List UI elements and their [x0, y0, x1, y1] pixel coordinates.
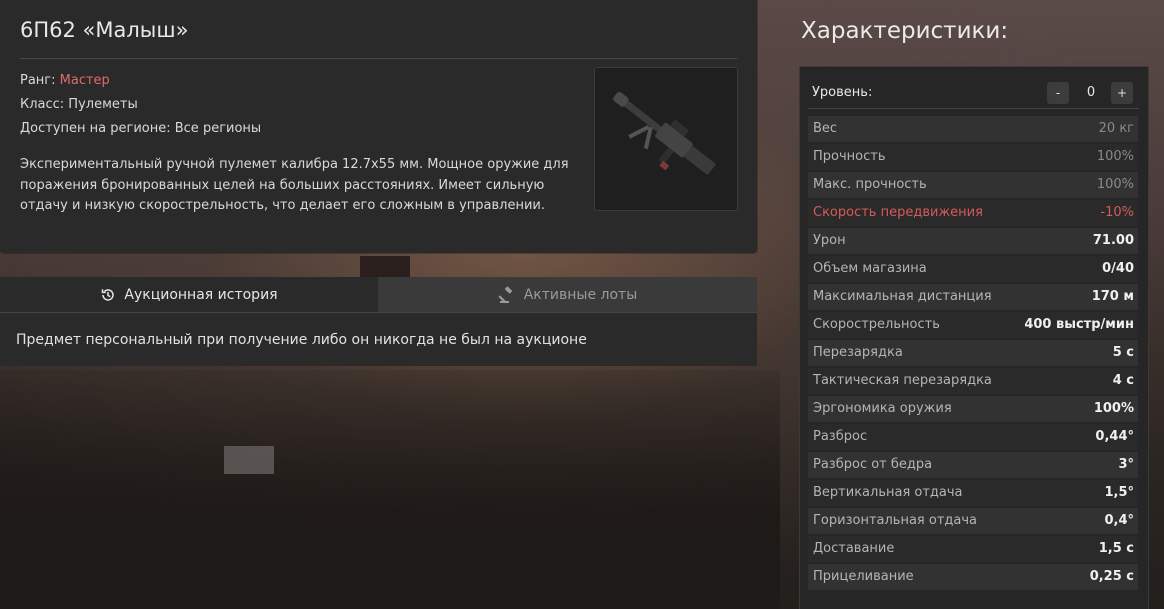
stat-label: Максимальная дистанция	[813, 289, 992, 304]
divider	[801, 58, 1146, 59]
stat-value: 0,25 с	[1089, 569, 1134, 584]
stat-value: 1,5 с	[1098, 541, 1134, 556]
auction-message: Предмет персональный при получение либо …	[16, 332, 587, 348]
background-scenery	[0, 370, 780, 609]
rank-label: Ранг:	[20, 73, 56, 88]
stat-value: 71.00	[1092, 233, 1134, 248]
stat-value: -10%	[1100, 205, 1134, 220]
stats-list: Вес 20 кг Прочность 100% Макс. прочность…	[808, 116, 1138, 592]
stat-row-aim-time: Прицеливание 0,25 с	[808, 564, 1138, 590]
stat-row-tactical-reload: Тактическая перезарядка 4 с	[808, 368, 1138, 394]
stat-value: 0,4°	[1104, 513, 1134, 528]
level-decrease-button[interactable]: -	[1047, 82, 1069, 104]
stat-row-fire-rate: Скорострельность 400 выстр/мин	[808, 312, 1138, 338]
stat-row-reload: Перезарядка 5 с	[808, 340, 1138, 366]
level-increase-button[interactable]: +	[1111, 82, 1133, 104]
stat-row-magazine: Объем магазина 0/40	[808, 256, 1138, 282]
stat-row-spread: Разброс 0,44°	[808, 424, 1138, 450]
gavel-icon	[498, 286, 512, 303]
stat-value: 3°	[1118, 457, 1134, 472]
tab-auction-history[interactable]: Аукционная история	[0, 277, 378, 312]
stat-value: 100%	[1096, 177, 1134, 192]
stat-row-max-distance: Максимальная дистанция 170 м	[808, 284, 1138, 310]
stat-label: Тактическая перезарядка	[813, 373, 992, 388]
item-description: Экспериментальный ручной пулемет калибра…	[20, 157, 569, 213]
stat-row-ergonomics: Эргономика оружия 100%	[808, 396, 1138, 422]
tab-active-lots[interactable]: Активные лоты	[378, 277, 757, 312]
stat-label: Скорость передвижения	[813, 205, 983, 220]
history-icon	[102, 288, 115, 301]
item-rank: Ранг: Мастер	[20, 73, 110, 88]
stat-row-draw-time: Доставание 1,5 с	[808, 536, 1138, 562]
stat-row-weight: Вес 20 кг	[808, 116, 1138, 142]
stat-row-damage: Урон 71.00	[808, 228, 1138, 254]
item-region: Доступен на регионе: Все регионы	[20, 121, 262, 136]
stat-row-max-durability: Макс. прочность 100%	[808, 172, 1138, 198]
stat-label: Макс. прочность	[813, 177, 927, 192]
level-label: Уровень:	[812, 85, 873, 100]
stat-row-horizontal-recoil: Горизонтальная отдача 0,4°	[808, 508, 1138, 534]
tab-auction-history-label: Аукционная история	[124, 286, 278, 303]
stat-value: 20 кг	[1098, 121, 1134, 136]
background-scenery-detail	[224, 446, 274, 474]
stat-label: Прицеливание	[813, 569, 914, 584]
stat-label: Объем магазина	[813, 261, 927, 276]
stat-label: Эргономика оружия	[813, 401, 952, 416]
auction-panel: Аукционная история Активные лоты Предмет…	[0, 277, 757, 366]
item-title: 6П62 «Малыш»	[20, 18, 189, 42]
stat-row-move-speed: Скорость передвижения -10%	[808, 200, 1138, 226]
stat-label: Перезарядка	[813, 345, 903, 360]
stat-value: 0/40	[1102, 261, 1134, 276]
stat-value: 400 выстр/мин	[1024, 317, 1134, 332]
item-class: Класс: Пулеметы	[20, 97, 138, 112]
stat-row-hip-spread: Разброс от бедра 3°	[808, 452, 1138, 478]
divider	[808, 108, 1139, 109]
weapon-image	[594, 67, 738, 211]
stat-value: 100%	[1093, 401, 1134, 416]
level-value: 0	[1086, 85, 1096, 100]
stats-title: Характеристики:	[801, 18, 1009, 44]
stat-row-vertical-recoil: Вертикальная отдача 1,5°	[808, 480, 1138, 506]
tab-active-lots-label: Активные лоты	[523, 286, 638, 303]
stat-label: Вес	[813, 121, 838, 136]
stat-value: 100%	[1096, 149, 1134, 164]
stat-label: Горизонтальная отдача	[813, 513, 978, 528]
stat-value: 170 м	[1091, 289, 1134, 304]
stat-label: Прочность	[813, 149, 886, 164]
level-selector: Уровень: - 0 +	[812, 79, 1135, 107]
divider	[20, 58, 737, 59]
stat-label: Разброс от бедра	[813, 457, 933, 472]
stats-panel: Уровень: - 0 + Вес 20 кг Прочность 100% …	[799, 66, 1149, 609]
background-scenery-detail	[360, 256, 410, 278]
rank-value: Мастер	[59, 73, 110, 88]
stat-label: Вертикальная отдача	[813, 485, 963, 500]
stat-label: Доставание	[813, 541, 895, 556]
stat-value: 4 с	[1112, 373, 1134, 388]
item-info-panel: 6П62 «Малыш» Ранг: Мастер Класс: Пулемет…	[0, 0, 757, 253]
stat-value: 5 с	[1112, 345, 1134, 360]
stat-row-durability: Прочность 100%	[808, 144, 1138, 170]
divider	[0, 312, 757, 313]
stat-label: Скорострельность	[813, 317, 940, 332]
stat-value: 0,44°	[1095, 429, 1134, 444]
stat-label: Разброс	[813, 429, 868, 444]
stat-value: 1,5°	[1104, 485, 1134, 500]
stat-label: Урон	[813, 233, 846, 248]
